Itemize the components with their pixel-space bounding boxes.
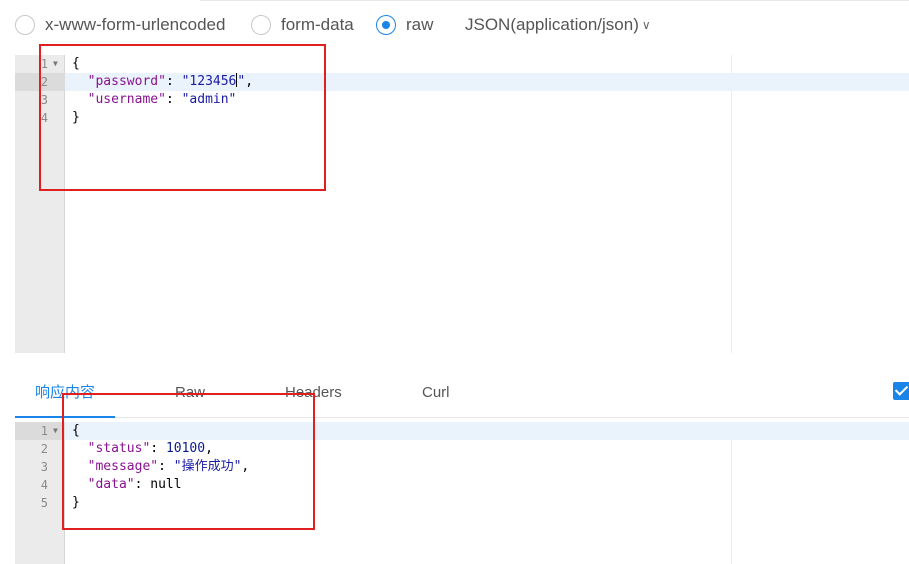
code-line[interactable]: 2 "status": 10100,	[15, 440, 909, 458]
json-punctuation: {	[72, 56, 80, 71]
code-line[interactable]: 3 "username": "admin"	[15, 91, 909, 109]
json-punctuation: ,	[205, 441, 213, 456]
fold-arrow-icon[interactable]: ▼	[53, 422, 63, 440]
code-text: "status": 10100,	[72, 440, 213, 458]
radio-label: x-www-form-urlencoded	[45, 15, 226, 34]
tab-raw[interactable]: Raw	[175, 378, 205, 418]
code-line[interactable]: 4}	[15, 109, 909, 127]
fold-arrow-icon[interactable]: ▼	[53, 55, 63, 73]
json-punctuation: }	[72, 495, 80, 510]
line-number: 2	[40, 442, 48, 456]
json-punctuation: :	[158, 459, 174, 474]
code-text: {	[72, 55, 80, 73]
code-line[interactable]: 3 "message": "操作成功",	[15, 458, 909, 476]
line-number: 3	[40, 460, 48, 474]
radio-x-www-form-urlencoded[interactable]: x-www-form-urlencoded	[15, 14, 225, 36]
json-punctuation: :	[165, 74, 182, 89]
line-number: 3	[40, 93, 48, 107]
radio-label: raw	[406, 15, 434, 34]
json-punctuation	[72, 441, 88, 456]
json-value: 10100	[165, 441, 206, 456]
radio-label: form-data	[281, 15, 354, 34]
line-number: 5	[40, 496, 48, 510]
code-line[interactable]: 5}	[15, 494, 909, 512]
json-key: "username"	[87, 92, 166, 107]
code-text: {	[72, 422, 80, 440]
code-line[interactable]: 1 ▼{	[15, 55, 909, 73]
radio-raw[interactable]: raw	[376, 14, 433, 36]
checkbox-checked-icon[interactable]	[893, 382, 909, 400]
json-punctuation: ,	[241, 459, 250, 474]
line-number: 2	[15, 73, 65, 91]
json-punctuation	[72, 92, 88, 107]
json-punctuation	[72, 459, 88, 474]
json-punctuation: }	[72, 110, 80, 125]
code-text: "data": null	[72, 476, 182, 494]
json-punctuation: ,	[245, 74, 254, 89]
content-type-dropdown[interactable]: JSON(application/json) ∨	[465, 14, 651, 36]
response-tabs: 响应内容 Raw Headers Curl	[15, 378, 909, 418]
line-number: 4	[40, 111, 48, 125]
code-text: }	[72, 109, 80, 127]
json-punctuation	[72, 74, 88, 89]
json-value: "操作成功"	[173, 459, 242, 474]
line-number: 4	[40, 478, 48, 492]
json-punctuation: :	[150, 441, 166, 456]
code-text: "username": "admin"	[72, 91, 237, 109]
radio-form-data[interactable]: form-data	[251, 14, 354, 36]
json-punctuation: : null	[134, 477, 182, 492]
code-text: "message": "操作成功",	[72, 458, 250, 476]
json-key: "message"	[87, 459, 159, 474]
text-cursor	[236, 73, 238, 87]
code-line[interactable]: 1 ▼{	[15, 422, 909, 440]
code-text: }	[72, 494, 80, 512]
tab-response-content[interactable]: 响应内容	[15, 378, 115, 418]
response-body-editor[interactable]: 1 ▼{2 "status": 10100, 3 "message": "操作成功"…	[15, 422, 909, 564]
json-value: "123456"	[181, 73, 246, 89]
radio-icon	[15, 15, 35, 35]
radio-icon	[251, 15, 271, 35]
tab-curl[interactable]: Curl	[422, 378, 450, 418]
content-type-label: JSON(application/json)	[465, 15, 639, 34]
json-value: "admin"	[181, 92, 237, 107]
json-punctuation: :	[165, 92, 182, 107]
chevron-down-icon: ∨	[641, 18, 651, 32]
code-line[interactable]: 2 "password": "123456",	[15, 73, 909, 91]
json-key: "data"	[87, 477, 135, 492]
radio-checked-icon	[376, 15, 396, 35]
code-line[interactable]: 4 "data": null	[15, 476, 909, 494]
body-type-selector: x-www-form-urlencoded form-data raw JSON…	[0, 0, 909, 50]
json-key: "status"	[87, 441, 151, 456]
json-punctuation	[72, 477, 88, 492]
json-key: "password"	[87, 74, 166, 89]
code-text: "password": "123456",	[72, 73, 253, 91]
request-body-editor[interactable]: 1 ▼{2 "password": "123456", 3 "username": …	[15, 55, 909, 353]
json-punctuation: {	[72, 423, 80, 438]
tab-headers[interactable]: Headers	[285, 378, 342, 418]
